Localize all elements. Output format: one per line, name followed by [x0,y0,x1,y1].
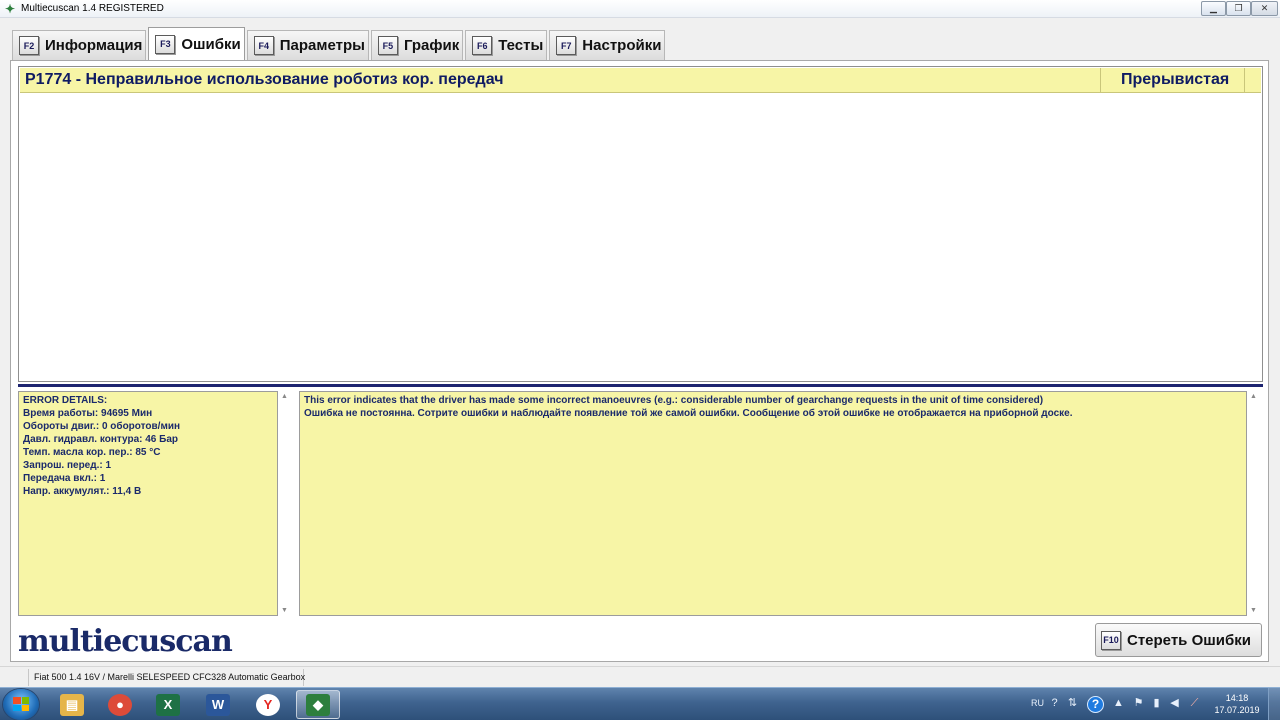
windows-taskbar: ▤ ● X W Y ◆ RU ? ⇅ ? ▲ ⚑ ▮ ◀ ⟋ 14:18 17.… [0,687,1280,720]
scroll-down-icon[interactable]: ▼ [1250,607,1257,614]
fkey-badge: F6 [472,36,493,55]
window-title: Multiecuscan 1.4 REGISTERED [21,3,164,14]
scroll-up-icon[interactable]: ▲ [1250,393,1257,400]
action-center-flag-icon[interactable]: ⚑ [1132,697,1145,710]
tab-label: Ошибки [181,35,241,53]
error-status: Прерывистая [1121,71,1230,88]
column-divider [1244,68,1245,93]
start-button[interactable] [3,689,39,720]
tab-label: Параметры [279,37,365,54]
taskbar-excel[interactable]: X [146,690,190,719]
taskbar-chrome[interactable]: ● [98,690,142,719]
app-window: ✦ Multiecuscan 1.4 REGISTERED ▁ ❐ ✕ F2 И… [0,0,1280,720]
tab-graph[interactable]: F5 График [370,30,464,60]
clock[interactable]: 14:18 17.07.2019 [1211,692,1263,716]
detail-line: Запрош. перед.: 1 [23,460,112,471]
taskbar-yandex[interactable]: Y [246,690,290,719]
maximize-button[interactable]: ❐ [1226,1,1251,16]
clock-date: 17.07.2019 [1214,705,1260,715]
clear-errors-label: Стереть Ошибки [1127,631,1251,649]
multiecuscan-icon: ◆ [306,693,330,716]
show-desktop-button[interactable] [1268,688,1280,720]
help-tray-icon[interactable]: ? [1048,697,1061,710]
error-list: P1774 - Неправильное использование робот… [18,66,1263,382]
multiecuscan-logo: multiecuscan [18,624,233,659]
taskbar-word[interactable]: W [196,690,240,719]
tab-settings[interactable]: F7 Настройки [549,30,666,60]
app-logo-icon: ✦ [4,2,16,16]
detail-line: Давл. гидравл. контура: 46 Бар [23,434,178,445]
restore-icon: ❐ [1234,3,1243,13]
tab-errors[interactable]: F3 Ошибки [148,27,245,60]
fkey-badge: F7 [556,36,577,55]
error-details-box: ERROR DETAILS: Время работы: 94695 Мин О… [18,391,278,616]
error-description-box: This error indicates that the driver has… [299,391,1247,616]
yandex-icon: Y [256,693,280,716]
detail-line: Напр. аккумулят.: 11,4 В [23,486,142,497]
word-icon: W [206,693,230,716]
description-scrollbar[interactable]: ▲ ▼ [1248,391,1261,616]
network-disconnected-icon[interactable]: ⟋ [1188,697,1201,710]
vehicle-status: Fiat 500 1.4 16V / Marelli SELESPEED CFC… [28,669,305,686]
error-row[interactable]: P1774 - Неправильное использование робот… [20,68,1261,93]
tab-label: Тесты [498,37,544,54]
scroll-down-icon[interactable]: ▼ [281,607,288,614]
language-indicator[interactable]: RU [1031,698,1044,708]
tab-parameters[interactable]: F4 Параметры [246,30,369,60]
help-icon[interactable]: ? [1087,696,1104,713]
fkey-badge: F2 [19,36,39,55]
fkey-badge: F4 [253,36,274,55]
status-bar: Fiat 500 1.4 16V / Marelli SELESPEED CFC… [0,666,1280,687]
folder-icon: ▤ [60,693,84,716]
minimize-icon: ▁ [1210,3,1217,13]
tab-tests[interactable]: F6 Тесты [465,30,548,60]
title-bar: ✦ Multiecuscan 1.4 REGISTERED ▁ ❐ ✕ [0,0,1280,18]
tab-label: Информация [45,37,143,54]
windows-logo-icon [13,697,29,711]
fkey-badge: F10 [1101,630,1121,650]
show-hidden-icons-icon[interactable]: ▲ [1112,697,1125,710]
details-header: ERROR DETAILS: [23,395,108,406]
description-russian: Ошибка не постоянна. Сотрите ошибки и на… [304,408,1073,419]
clock-time: 14:18 [1225,693,1249,703]
close-button[interactable]: ✕ [1251,1,1278,16]
tab-label: График [403,37,460,54]
close-icon: ✕ [1260,3,1269,13]
description-english: This error indicates that the driver has… [304,395,1044,406]
volume-icon[interactable]: ◀ [1168,697,1181,710]
excel-icon: X [156,693,180,716]
detail-line: Передача вкл.: 1 [23,473,106,484]
detail-line: Время работы: 94695 Мин [23,408,153,419]
system-tray: RU ? ⇅ ? ▲ ⚑ ▮ ◀ ⟋ 14:18 17.07.2019 [1028,688,1280,720]
detail-line: Темп. масла кор. пер.: 85 °C [23,447,161,458]
taskbar-explorer[interactable]: ▤ [50,690,94,719]
column-divider [1100,68,1101,93]
fkey-badge: F3 [155,34,176,54]
minimize-button[interactable]: ▁ [1201,1,1226,16]
fkey-badge: F5 [377,36,398,55]
errors-panel: P1774 - Неправильное использование робот… [10,60,1269,662]
tab-information[interactable]: F2 Информация [12,30,147,60]
tab-strip: F2 Информация F3 Ошибки F4 Параметры F5 … [12,27,667,60]
usb-device-icon[interactable]: ▮ [1150,697,1163,710]
taskbar-multiecuscan[interactable]: ◆ [296,690,340,719]
scroll-up-icon[interactable]: ▲ [281,393,288,400]
chrome-icon: ● [108,693,132,716]
clear-errors-button[interactable]: F10 Стереть Ошибки [1095,623,1262,657]
tab-label: Настройки [582,37,662,54]
error-code-description: P1774 - Неправильное использование робот… [25,71,504,88]
panel-splitter[interactable] [18,384,1263,387]
details-scrollbar[interactable]: ▲ ▼ [279,391,292,616]
tray-arrows-icon[interactable]: ⇅ [1066,697,1079,710]
detail-line: Обороты двиг.: 0 оборотов/мин [23,421,181,432]
